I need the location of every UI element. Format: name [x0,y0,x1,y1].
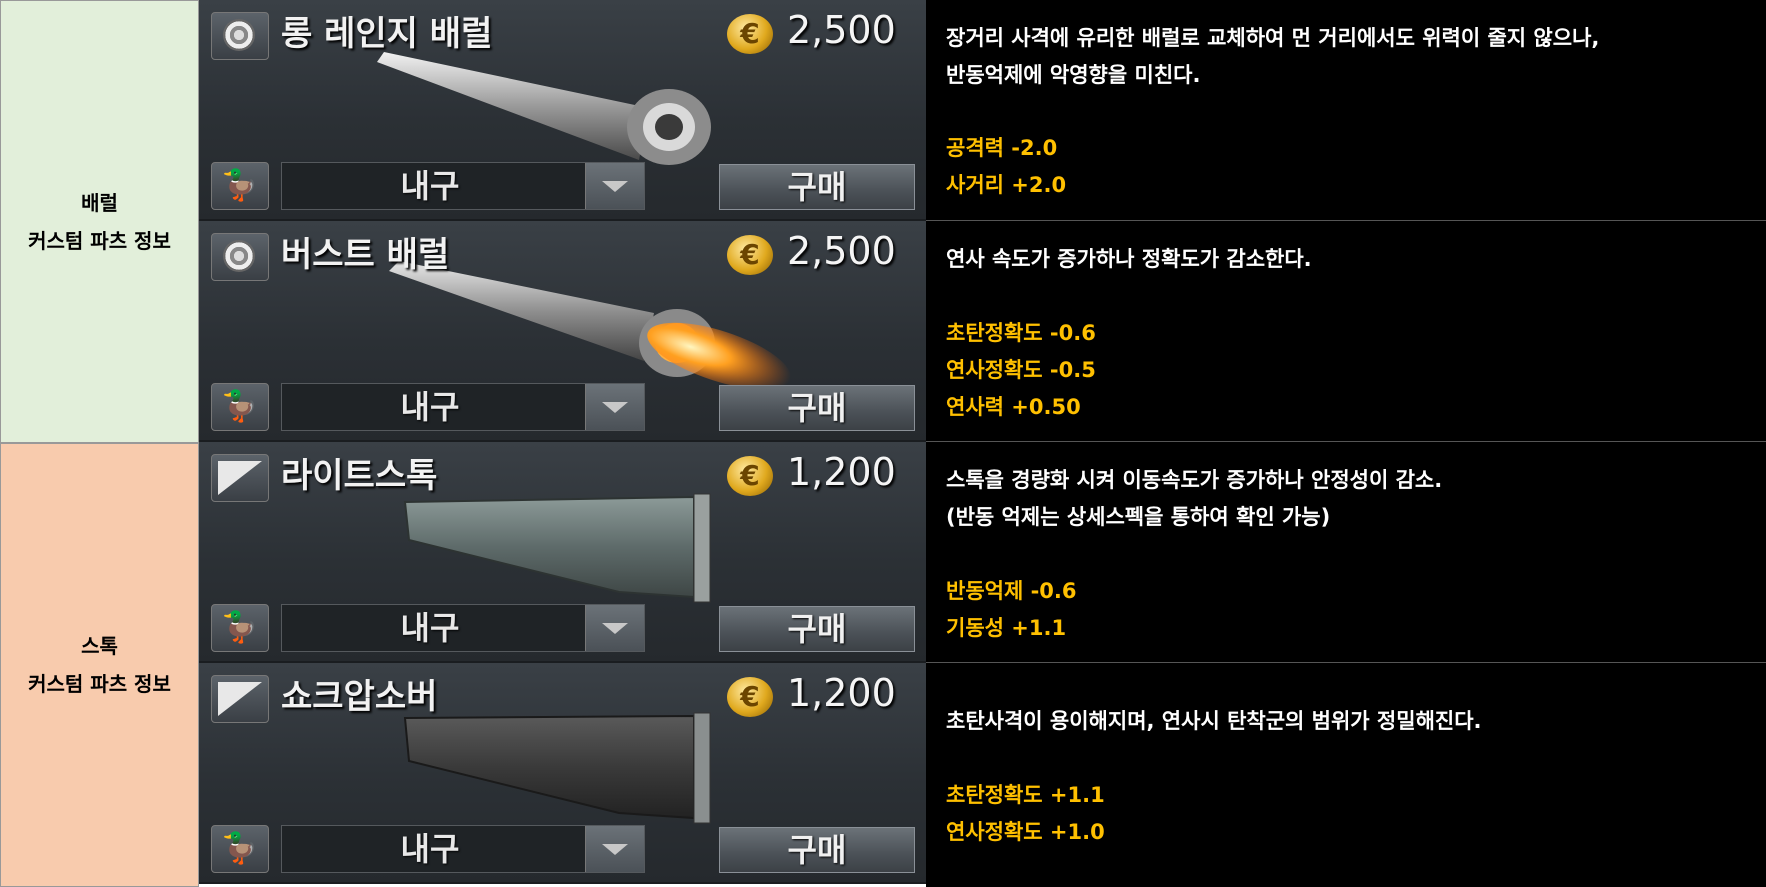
coin-icon: € [727,677,773,717]
chevron-down-icon[interactable] [585,163,644,209]
durability-duck-icon: 🦆 [211,162,269,210]
description-line: (반동 억제는 상세스펙을 통하여 확인 가능) [946,505,1331,529]
item-price: 1,200 [787,671,896,715]
category-subtitle: 커스텀 파츠 정보 [28,228,171,253]
description-line: 장거리 사격에 유리한 배럴로 교체하여 먼 거리에서도 위력이 줄지 않으나, [946,26,1600,50]
item-card-long-range-barrel: 롱 레인지 배럴 € 2,500 🦆 내구 구매 [199,0,926,221]
durability-select-label: 내구 [400,830,460,868]
barrel-ring-icon [211,233,269,281]
buy-button[interactable]: 구매 [719,385,915,431]
item-card-burst-barrel: 버스트 배럴 € 2,500 🦆 내구 구매 [199,221,926,442]
category-subtitle: 커스텀 파츠 정보 [28,672,171,696]
item-description-burst-barrel: 연사 속도가 증가하나 정확도가 감소한다. 초탄정확도 -0.6 연사정확도 … [926,221,1766,442]
item-name: 쇼크압소버 [281,677,438,717]
stock-wedge-icon [211,675,269,723]
durability-select[interactable]: 내구 [281,162,645,210]
description-line: 초탄사격이 용이해지며, 연사시 탄착군의 범위가 정밀해진다. [946,709,1482,733]
stat-line: 연사정확도 -0.5 [946,358,1096,382]
stat-line: 기동성 +1.1 [946,616,1067,640]
category-title: 배럴 [81,190,118,215]
stat-line: 초탄정확도 -0.6 [946,321,1096,345]
item-card-light-stock: 라이트스톡 € 1,200 🦆 내구 구매 [199,442,926,663]
durability-select-label: 내구 [400,167,460,205]
buy-button[interactable]: 구매 [719,606,915,652]
category-title: 스톡 [81,634,118,658]
item-price: 2,500 [787,8,896,52]
parts-info-sheet: 배럴 커스텀 파츠 정보 스톡 커스텀 파츠 정보 롱 레인지 배럴 € 2,5… [0,0,1766,887]
stat-line: 공격력 -2.0 [946,136,1058,160]
stat-line: 사거리 +2.0 [946,173,1067,197]
durability-duck-icon: 🦆 [211,383,269,431]
buy-button[interactable]: 구매 [719,827,915,873]
durability-select-label: 내구 [400,388,460,426]
coin-icon: € [727,235,773,275]
description-line: 연사 속도가 증가하나 정확도가 감소한다. [946,247,1312,271]
stat-line: 초탄정확도 +1.1 [946,783,1105,807]
item-price: 1,200 [787,450,896,494]
item-name: 버스트 배럴 [281,235,450,275]
buy-button[interactable]: 구매 [719,164,915,210]
durability-select-label: 내구 [400,609,460,647]
item-card-shock-absorber: 쇼크압소버 € 1,200 🦆 내구 구매 [199,663,926,884]
item-description-light-stock: 스톡을 경량화 시켜 이동속도가 증가하나 안정성이 감소. (반동 억제는 상… [926,442,1766,663]
durability-duck-icon: 🦆 [211,825,269,873]
item-name: 라이트스톡 [281,456,438,496]
item-description-long-range-barrel: 장거리 사격에 유리한 배럴로 교체하여 먼 거리에서도 위력이 줄지 않으나,… [926,0,1766,221]
category-barrel: 배럴 커스텀 파츠 정보 [0,0,199,443]
durability-select[interactable]: 내구 [281,604,645,652]
chevron-down-icon[interactable] [585,826,644,872]
durability-select[interactable]: 내구 [281,383,645,431]
stock-wedge-icon [211,454,269,502]
item-price: 2,500 [787,229,896,273]
coin-icon: € [727,456,773,496]
stat-line: 반동억제 -0.6 [946,579,1077,603]
chevron-down-icon[interactable] [585,384,644,430]
description-line: 스톡을 경량화 시켜 이동속도가 증가하나 안정성이 감소. [946,468,1443,492]
stat-line: 연사력 +0.50 [946,395,1081,419]
durability-select[interactable]: 내구 [281,825,645,873]
description-line: 반동억제에 악영향을 미친다. [946,63,1201,87]
stat-line: 연사정확도 +1.0 [946,820,1105,844]
coin-icon: € [727,14,773,54]
durability-duck-icon: 🦆 [211,604,269,652]
chevron-down-icon[interactable] [585,605,644,651]
category-stock: 스톡 커스텀 파츠 정보 [0,443,199,887]
item-description-shock-absorber: 초탄사격이 용이해지며, 연사시 탄착군의 범위가 정밀해진다. 초탄정확도 +… [926,663,1766,887]
item-name: 롱 레인지 배럴 [281,14,493,54]
barrel-ring-icon [211,12,269,60]
